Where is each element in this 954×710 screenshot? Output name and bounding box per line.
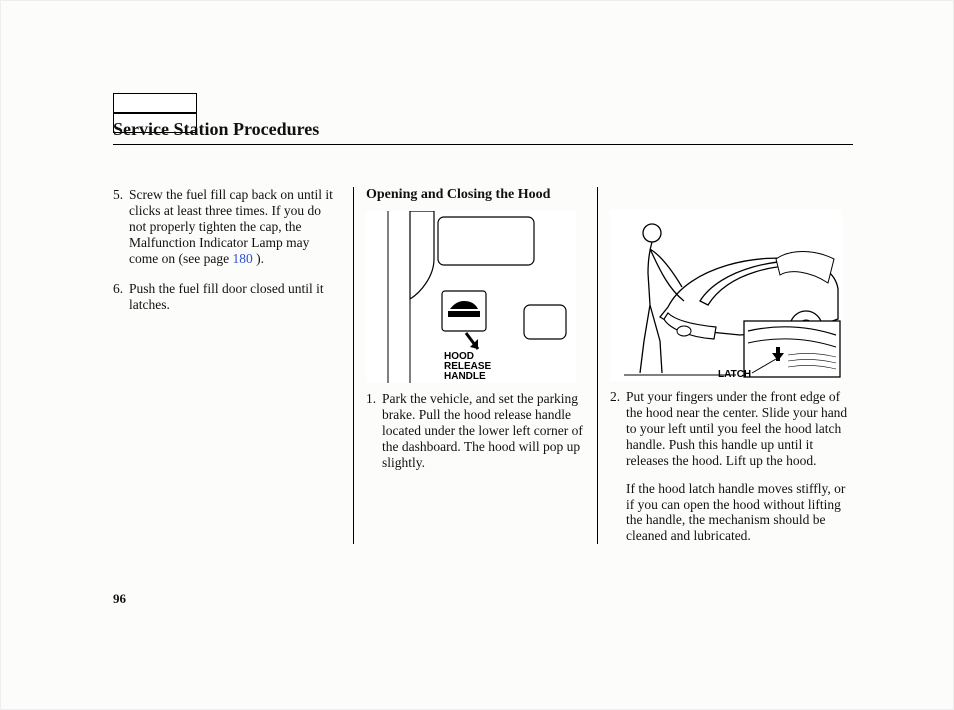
header-box-1	[113, 93, 197, 113]
step-5: 5. Screw the fuel fill cap back on until…	[113, 187, 341, 267]
step-number: 6.	[113, 281, 123, 297]
illustration-hood-latch: LATCH	[610, 209, 842, 381]
column-2: Opening and Closing the Hood	[353, 187, 597, 544]
step-text: Park the vehicle, and set the parking br…	[382, 391, 583, 470]
illustration-label-latch: LATCH	[718, 369, 751, 380]
subheading-hood: Opening and Closing the Hood	[366, 187, 585, 203]
step-number: 5.	[113, 187, 123, 203]
illustration-label-line3: HANDLE	[444, 371, 486, 382]
illustration-hood-release: HOOD RELEASE HANDLE	[366, 211, 576, 383]
step-text: Put your fingers under the front edge of…	[626, 389, 847, 468]
manual-page: Service Station Procedures 5. Screw the …	[0, 0, 954, 710]
steps-list-col1: 5. Screw the fuel fill cap back on until…	[113, 187, 341, 312]
content-columns: 5. Screw the fuel fill cap back on until…	[113, 187, 853, 544]
page-number: 96	[113, 591, 126, 607]
step-number: 2.	[610, 389, 620, 405]
header-placeholder-boxes	[113, 93, 295, 111]
step-6: 6. Push the fuel fill door closed until …	[113, 281, 341, 313]
step-2: 2. Put your fingers under the front edge…	[610, 389, 853, 469]
column-3: LATCH 2. Put your fingers under the fron…	[597, 187, 853, 544]
step-number: 1.	[366, 391, 376, 407]
column-1: 5. Screw the fuel fill cap back on until…	[113, 187, 353, 544]
page-title: Service Station Procedures	[113, 119, 853, 145]
step-2-note: If the hood latch handle moves stiffly, …	[610, 481, 853, 545]
step-text-post: ).	[253, 251, 264, 266]
step-text-pre: Screw the fuel fill cap back on until it…	[129, 187, 333, 266]
step-1: 1. Park the vehicle, and set the parking…	[366, 391, 585, 471]
page-ref-link[interactable]: 180	[232, 251, 252, 266]
step-text: Push the fuel fill door closed until it …	[129, 281, 324, 312]
spacer	[610, 187, 853, 209]
